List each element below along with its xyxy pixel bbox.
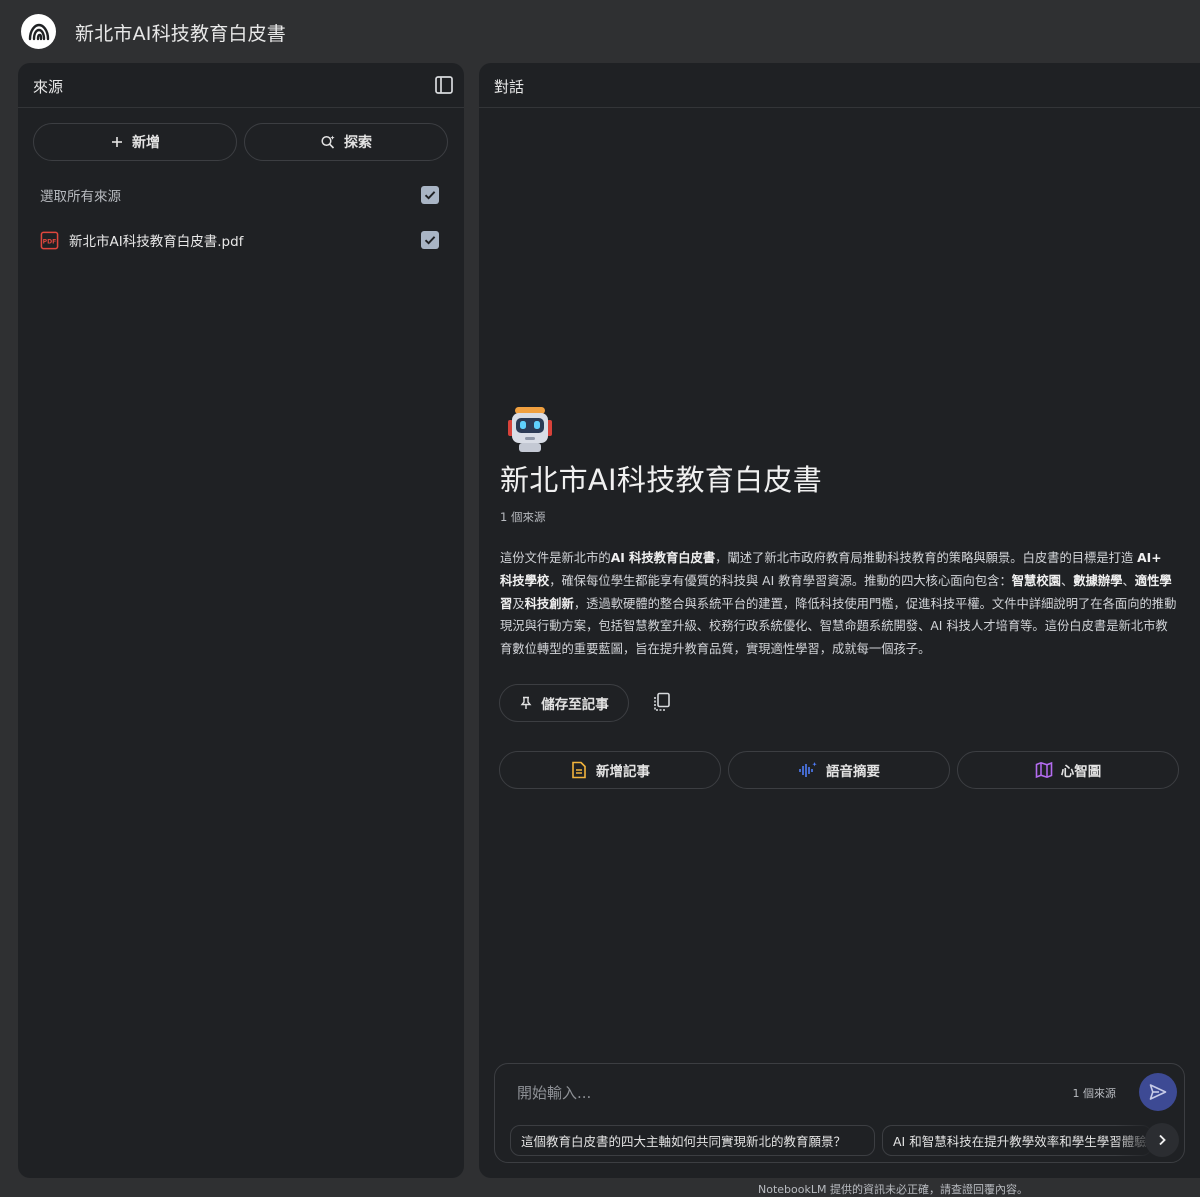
add-note-label: 新增記事 bbox=[596, 764, 650, 780]
input-source-count: 1 個來源 bbox=[1072, 1087, 1117, 1100]
save-to-note-button[interactable]: 儲存至記事 bbox=[499, 684, 629, 722]
select-all-label: 選取所有來源 bbox=[40, 189, 121, 205]
chat-panel-title: 對話 bbox=[494, 78, 525, 96]
note-icon bbox=[572, 761, 586, 779]
chevron-right-icon bbox=[1159, 1134, 1166, 1146]
mind-map-button[interactable]: 心智圖 bbox=[957, 751, 1179, 789]
audio-overview-label: 語音摘要 bbox=[826, 764, 880, 780]
chat-panel-header: 對話 bbox=[479, 63, 1200, 108]
top-bar: 新北市AI科技教育白皮書 bbox=[0, 0, 1200, 62]
next-suggestions-button[interactable] bbox=[1145, 1123, 1179, 1157]
explore-sources-label: 探索 bbox=[344, 135, 372, 151]
save-to-note-label: 儲存至記事 bbox=[541, 697, 609, 713]
plus-icon bbox=[112, 137, 122, 147]
chat-input-box: 開始輸入... 1 個來源 這個教育白皮書的四大主軸如何共同實現新北的教育願景？… bbox=[494, 1063, 1185, 1163]
select-all-checkbox[interactable] bbox=[421, 186, 439, 204]
add-note-button[interactable]: 新增記事 bbox=[499, 751, 721, 789]
audio-overview-button[interactable]: 語音摘要 bbox=[728, 751, 950, 789]
pin-icon bbox=[520, 696, 532, 709]
send-button[interactable] bbox=[1139, 1073, 1177, 1111]
pdf-icon: PDF bbox=[40, 231, 59, 249]
map-icon bbox=[1035, 761, 1053, 779]
add-source-button[interactable]: 新增 bbox=[33, 123, 237, 161]
source-item[interactable]: PDF 新北市AI科技教育白皮書.pdf bbox=[40, 227, 442, 253]
send-icon bbox=[1149, 1084, 1167, 1100]
audio-waveform-icon bbox=[799, 762, 817, 777]
robot-emoji-icon bbox=[508, 407, 552, 452]
add-source-label: 新增 bbox=[132, 135, 160, 151]
notebook-source-count: 1 個來源 bbox=[500, 510, 546, 524]
notebooklm-logo-icon[interactable] bbox=[21, 14, 56, 49]
suggested-question[interactable]: 這個教育白皮書的四大主軸如何共同實現新北的教育願景？ bbox=[510, 1125, 875, 1156]
source-item-name: 新北市AI科技教育白皮書.pdf bbox=[69, 234, 244, 250]
explore-search-icon bbox=[321, 135, 335, 149]
select-all-sources-row[interactable]: 選取所有來源 bbox=[40, 182, 442, 208]
suggested-question[interactable]: AI 和智慧科技在提升教學效率和學生學習體驗方面扮演什麼角色？ bbox=[882, 1125, 1152, 1156]
mind-map-label: 心智圖 bbox=[1060, 764, 1102, 780]
svg-text:PDF: PDF bbox=[43, 238, 57, 245]
chat-panel: 對話 新北市AI科技教育白皮書 1 個來源 這份文件是新北市的AI 科技教育白皮… bbox=[479, 63, 1200, 1178]
notebook-title: 新北市AI科技教育白皮書 bbox=[500, 463, 822, 497]
sources-panel-header: 來源 bbox=[18, 63, 464, 108]
source-item-checkbox[interactable] bbox=[421, 231, 439, 249]
sources-panel-title: 來源 bbox=[33, 78, 64, 96]
checkmark-icon bbox=[424, 191, 436, 200]
notebook-title-header[interactable]: 新北市AI科技教育白皮書 bbox=[75, 19, 286, 46]
copy-icon[interactable] bbox=[651, 691, 673, 713]
collapse-panel-icon[interactable] bbox=[434, 75, 454, 95]
checkmark-icon bbox=[424, 236, 436, 245]
chat-input[interactable]: 開始輸入... bbox=[517, 1082, 591, 1103]
notebook-summary: 這份文件是新北市的AI 科技教育白皮書，闡述了新北市政府教育局推動科技教育的策略… bbox=[500, 551, 1177, 657]
explore-sources-button[interactable]: 探索 bbox=[244, 123, 448, 161]
sources-panel: 來源 新增 探索 選取所有來源 PDF 新北市AI科技教育白皮書.pdf bbox=[18, 63, 464, 1178]
disclaimer-text: NotebookLM 提供的資訊未必正確，請查證回覆內容。 bbox=[758, 1183, 1028, 1196]
